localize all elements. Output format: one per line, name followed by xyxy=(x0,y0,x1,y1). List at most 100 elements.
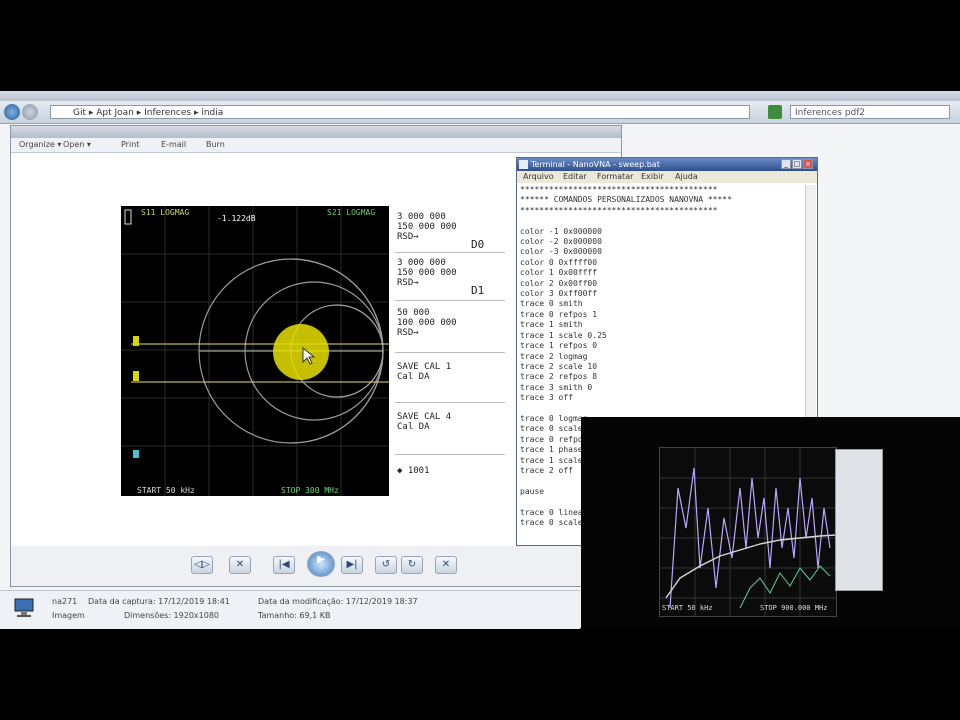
viewer-menu-bar: Organize ▾ Open ▾ Print E-mail Burn xyxy=(11,138,621,153)
terminal-line: color -1 0x000000 xyxy=(520,226,602,236)
size-button[interactable]: ◁▷ xyxy=(191,556,213,574)
device-screen: START 50 kHz STOP 900.000 MHz xyxy=(659,447,837,617)
menu-line: Cal DA xyxy=(397,372,430,382)
close-button[interactable]: × xyxy=(803,159,813,169)
divider xyxy=(395,300,505,301)
menu-line: SAVE CAL 1 xyxy=(397,362,452,372)
device-menu-panel xyxy=(835,449,883,591)
menu-file[interactable]: Arquivo xyxy=(523,172,554,181)
vna-menu-item-5[interactable]: SAVE CAL 4 Cal DA xyxy=(397,412,451,432)
previous-button[interactable]: |◀ xyxy=(273,556,295,574)
menu-line: RSD→ xyxy=(397,232,419,242)
viewer-title-bar xyxy=(11,126,621,138)
next-button[interactable]: ▶| xyxy=(341,556,363,574)
slideshow-button[interactable]: ▶ xyxy=(307,551,335,577)
terminal-line: ****************************************… xyxy=(520,205,718,215)
inset-stop-freq: STOP 900.000 MHz xyxy=(760,604,828,612)
terminal-line: ****************************************… xyxy=(520,185,718,194)
computer-icon xyxy=(12,597,38,619)
terminal-line: trace 2 logmag xyxy=(520,351,588,361)
terminal-line: trace 0 smith xyxy=(520,299,583,309)
terminal-line: color 2 0x00ff00 xyxy=(520,278,598,288)
minimize-button[interactable]: _ xyxy=(781,159,791,169)
maximize-button[interactable]: □ xyxy=(792,159,802,169)
vna-menu-item-3[interactable]: 50 000 100 000 000 RSD→ xyxy=(397,308,457,338)
terminal-line: color 0 0xffff00 xyxy=(520,257,598,267)
smith-chart xyxy=(121,206,389,496)
terminal-line: color 1 0x00ffff xyxy=(520,268,598,278)
terminal-line: color 3 0xff00ff xyxy=(520,289,598,299)
terminal-line: color -2 0x000000 xyxy=(520,237,602,247)
divider xyxy=(395,454,505,455)
back-button[interactable] xyxy=(4,104,20,120)
menu-line: 3 000 000 xyxy=(397,258,446,268)
address-field[interactable]: Git ▸ Apt Joan ▸ Inferences ▸ india xyxy=(50,105,750,119)
date-modified: Data da modificação: 17/12/2019 18:37 xyxy=(258,597,418,606)
inset-start-freq: START 50 kHz xyxy=(662,604,713,612)
camera-inset: START 50 kHz STOP 900.000 MHz xyxy=(581,417,960,629)
menu-line: 100 000 000 xyxy=(397,318,457,328)
menu-print[interactable]: Print xyxy=(121,140,139,149)
file-size: Tamanho: 69,1 KB xyxy=(258,611,331,620)
menu-email[interactable]: E-mail xyxy=(161,140,186,149)
marker-badge-d0: D0 xyxy=(471,238,485,251)
terminal-line: ****** COMANDOS PERSONALIZADOS NANOVNA *… xyxy=(520,195,732,205)
menu-organize[interactable]: Organize ▾ xyxy=(19,140,61,149)
terminal-line: trace 1 refpos 0 xyxy=(520,341,598,351)
search-input[interactable]: Inferences pdf2 xyxy=(790,105,950,119)
vna-menu-item-4[interactable]: SAVE CAL 1 Cal DA xyxy=(397,362,451,382)
file-type: Imagem xyxy=(52,611,85,620)
vna-menu-item-6[interactable]: ◆ 1001 xyxy=(397,466,430,476)
divider xyxy=(395,402,505,403)
terminal-title: Terminal - NanoVNA - sweep.bat xyxy=(517,158,817,171)
terminal-line: trace 3 smith 0 xyxy=(520,382,593,392)
rotate-right-button[interactable]: ↻ xyxy=(401,556,423,574)
menu-line: RSD→ xyxy=(397,278,419,288)
delete-button[interactable]: ✕ xyxy=(435,556,457,574)
terminal-line: trace 1 scale 0.25 xyxy=(520,330,607,340)
forward-button[interactable] xyxy=(22,104,38,120)
menu-format[interactable]: Formatar xyxy=(597,172,633,181)
divider xyxy=(395,252,505,253)
vna-menu-panel: 3 000 000 150 000 000 RSD→ D0 3 000 000 … xyxy=(389,206,510,496)
terminal-line: trace 2 scale 10 xyxy=(520,361,598,371)
date-taken: Data da captura: 17/12/2019 18:41 xyxy=(88,597,230,606)
vna-start-freq: START 50 kHz xyxy=(137,486,195,495)
menu-view[interactable]: Exibir xyxy=(641,172,664,181)
vna-stop-freq: STOP 300 MHz xyxy=(281,486,339,495)
refresh-icon[interactable] xyxy=(768,105,782,119)
menu-line: 150 000 000 xyxy=(397,268,457,278)
window-top-bar xyxy=(0,91,960,101)
menu-line: 50 000 xyxy=(397,308,430,318)
address-bar: Git ▸ Apt Joan ▸ Inferences ▸ india Infe… xyxy=(0,101,960,124)
rotate-left-button[interactable]: ↺ xyxy=(375,556,397,574)
terminal-line: trace 0 refpos 1 xyxy=(520,309,598,319)
menu-line: 3 000 000 xyxy=(397,212,446,222)
menu-help[interactable]: Ajuda xyxy=(675,172,698,181)
details-pane: na271 Imagem Data da captura: 17/12/2019… xyxy=(0,590,580,629)
menu-line: Cal DA xyxy=(397,422,430,432)
terminal-line: color -3 0x000000 xyxy=(520,247,602,257)
dimensions: Dimensões: 1920x1080 xyxy=(124,611,220,620)
vna-trace-label-1: S11 LOGMAG xyxy=(141,208,190,217)
terminal-line: trace 1 smith xyxy=(520,320,583,330)
vna-screen: S11 LOGMAG -1.122dB S21 LOGMAG START 50 … xyxy=(121,206,389,496)
menu-open[interactable]: Open ▾ xyxy=(63,140,91,149)
terminal-line: trace 3 off xyxy=(520,393,573,403)
menu-line: ◆ 1001 xyxy=(397,466,430,476)
vna-menu-item-2[interactable]: 3 000 000 150 000 000 RSD→ xyxy=(397,258,457,288)
marker-badge-d1: D1 xyxy=(471,284,485,297)
menu-edit[interactable]: Editar xyxy=(563,172,587,181)
menu-line: RSD→ xyxy=(397,328,419,338)
terminal-menu-bar: Arquivo Editar Formatar Exibir Ajuda xyxy=(517,171,817,183)
menu-burn[interactable]: Burn xyxy=(206,140,225,149)
menu-line: SAVE CAL 4 xyxy=(397,412,452,422)
sweep-traces xyxy=(660,448,837,616)
vna-marker-value: -1.122dB xyxy=(217,214,256,223)
app-icon xyxy=(519,160,528,169)
actual-size-button[interactable]: ✕ xyxy=(229,556,251,574)
viewer-toolbar: ◁▷ ✕ |◀ ▶ ▶| ↺ ↻ ✕ xyxy=(11,546,621,586)
vna-menu-item-1[interactable]: 3 000 000 150 000 000 RSD→ xyxy=(397,212,457,242)
